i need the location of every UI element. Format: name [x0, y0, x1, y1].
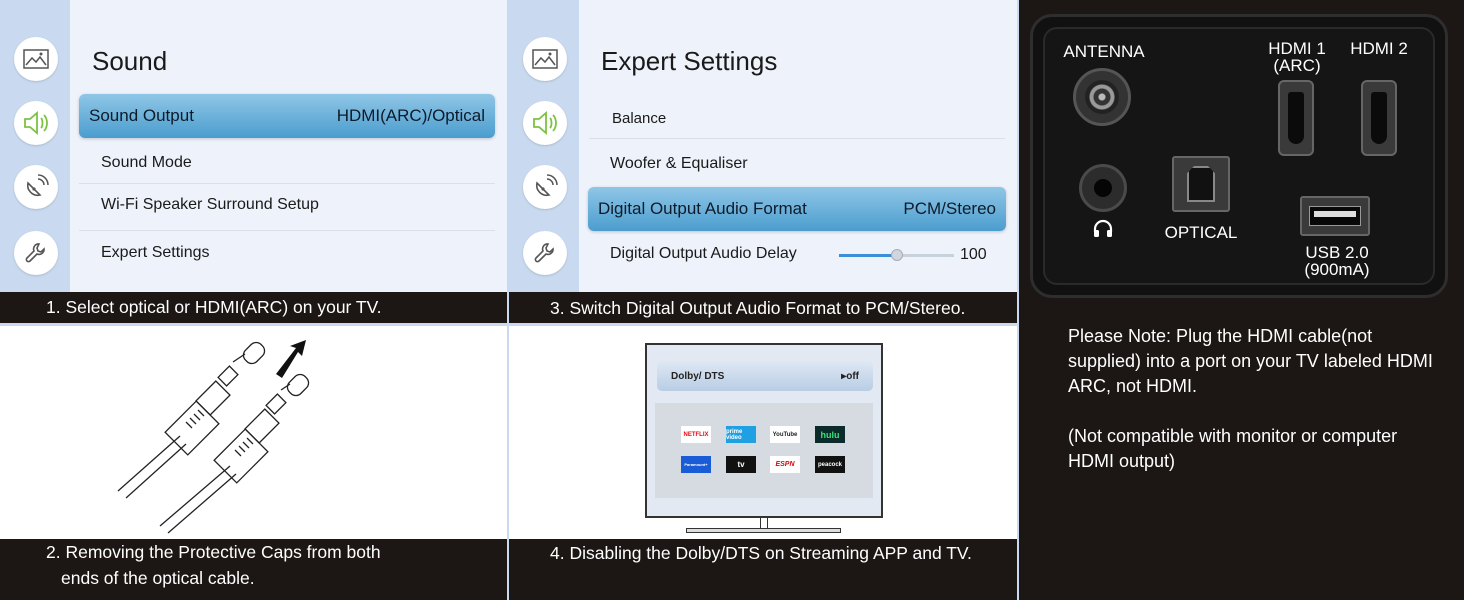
audio-delay-slider[interactable]: [839, 249, 954, 261]
sound-menu-panel: Sound Sound Output HDMI(ARC)/Optical Sou…: [0, 0, 507, 292]
antenna-port-inner: [1085, 80, 1119, 114]
menu-title: Expert Settings: [601, 46, 778, 76]
digital-output-format-row[interactable]: Digital Output Audio Format PCM/Stereo: [588, 187, 1006, 231]
row-value: HDMI(ARC)/Optical: [336, 106, 485, 125]
separator: [507, 0, 509, 600]
optical-label: OPTICAL: [1164, 223, 1238, 242]
hdmi-slot: [1288, 92, 1304, 144]
caption-step-1: 1. Select optical or HDMI(ARC) on your T…: [0, 292, 507, 323]
divider: [79, 183, 495, 184]
menu-title: Sound: [92, 46, 168, 76]
cable-illustration-panel: [0, 326, 507, 539]
apple-tv-app-icon[interactable]: tv: [726, 456, 756, 473]
menu-item-expert-settings[interactable]: Expert Settings: [101, 244, 210, 262]
peacock-app-icon[interactable]: peacock: [815, 456, 845, 473]
espn-app-icon[interactable]: ESPN: [770, 456, 800, 473]
speaker-icon[interactable]: [523, 101, 567, 145]
dolby-dts-label: Dolby/ DTS: [671, 370, 725, 382]
usb-label-line2: (900mA): [1304, 260, 1370, 279]
usb-slot: [1309, 206, 1361, 226]
netflix-app-icon[interactable]: NETFLIX: [681, 426, 711, 443]
tv-illustration-panel: Dolby/ DTS ▸off NETFLIX prime video YouT…: [509, 326, 1017, 539]
sound-output-row[interactable]: Sound Output HDMI(ARC)/Optical: [79, 94, 495, 138]
note-paragraph-2: (Not compatible with monitor or computer…: [1068, 426, 1398, 471]
hdmi1-label-line1: HDMI 1: [1268, 39, 1326, 58]
hdmi1-port[interactable]: [1278, 80, 1314, 156]
divider: [79, 230, 495, 231]
optical-slot: [1187, 166, 1215, 202]
separator: [0, 323, 1017, 326]
caption-text: 3. Switch Digital Output Audio Format to…: [550, 298, 966, 318]
audio-delay-value: 100: [960, 246, 987, 263]
hdmi1-label-line2: (ARC): [1273, 56, 1321, 75]
row-value: PCM/Stereo: [903, 199, 996, 218]
menu-item-wifi-speaker[interactable]: Wi-Fi Speaker Surround Setup: [101, 196, 319, 214]
usb-label: USB 2.0 (900mA): [1290, 244, 1384, 278]
caption-step-3: 3. Switch Digital Output Audio Format to…: [509, 292, 1017, 323]
tv-base: [686, 528, 841, 533]
headphone-jack: [1094, 179, 1112, 197]
hdmi1-label: HDMI 1 (ARC): [1262, 40, 1332, 74]
hdmi2-port[interactable]: [1361, 80, 1397, 156]
caption-text: 1. Select optical or HDMI(ARC) on your T…: [46, 297, 382, 317]
caption-text-line2: ends of the optical cable.: [61, 568, 255, 588]
antenna-port[interactable]: [1073, 68, 1131, 126]
wrench-icon[interactable]: [523, 231, 567, 275]
app-grid: NETFLIX prime video YouTube hulu Paramou…: [655, 403, 873, 498]
separator: [1017, 0, 1019, 600]
headphone-port[interactable]: [1079, 164, 1127, 212]
divider: [589, 138, 1005, 139]
note-paragraph-1: Please Note: Plug the HDMI cable(not sup…: [1068, 326, 1433, 396]
arrow-icon: [276, 340, 306, 378]
paramount-app-icon[interactable]: Paramount+: [681, 456, 711, 473]
usb-label-line1: USB 2.0: [1305, 243, 1369, 262]
hdmi2-label: HDMI 2: [1350, 39, 1408, 58]
picture-icon[interactable]: [14, 37, 58, 81]
menu-item-balance[interactable]: Balance: [612, 110, 666, 127]
caption-text: 4. Disabling the Dolby/DTS on Streaming …: [550, 543, 972, 563]
dolby-dts-setting[interactable]: Dolby/ DTS ▸off: [657, 361, 873, 391]
optical-port[interactable]: [1172, 156, 1230, 212]
prime-video-app-icon[interactable]: prime video: [726, 426, 756, 443]
row-label: Sound Output: [89, 106, 194, 125]
antenna-label: ANTENNA: [1063, 42, 1145, 61]
caption-text-line1: 2. Removing the Protective Caps from bot…: [46, 542, 381, 562]
menu-item-woofer[interactable]: Woofer & Equaliser: [610, 155, 748, 173]
headphone-icon: [1092, 218, 1114, 243]
expert-settings-panel: Expert Settings Balance Woofer & Equalis…: [509, 0, 1017, 292]
hdmi-note: Please Note: Plug the HDMI cable(not sup…: [1068, 324, 1438, 499]
usb-port[interactable]: [1300, 196, 1370, 236]
satellite-icon[interactable]: [14, 165, 58, 209]
dolby-dts-value: ▸off: [841, 370, 859, 382]
slider-handle[interactable]: [890, 249, 903, 261]
menu-item-sound-mode[interactable]: Sound Mode: [101, 154, 192, 172]
tv-screen: Dolby/ DTS ▸off NETFLIX prime video YouT…: [645, 343, 883, 518]
hulu-app-icon[interactable]: hulu: [815, 426, 845, 443]
satellite-icon[interactable]: [523, 165, 567, 209]
caption-step-2: 2. Removing the Protective Caps from bot…: [0, 539, 507, 600]
speaker-icon[interactable]: [14, 101, 58, 145]
optical-cable-illustration: [117, 340, 310, 534]
audio-delay-label: Digital Output Audio Delay: [610, 245, 797, 262]
caption-step-4: 4. Disabling the Dolby/DTS on Streaming …: [509, 539, 1017, 600]
slider-fill: [839, 254, 897, 257]
picture-icon[interactable]: [523, 37, 567, 81]
wrench-icon[interactable]: [14, 231, 58, 275]
youtube-app-icon[interactable]: YouTube: [770, 426, 800, 443]
hdmi-slot: [1371, 92, 1387, 144]
row-label: Digital Output Audio Format: [598, 199, 807, 218]
